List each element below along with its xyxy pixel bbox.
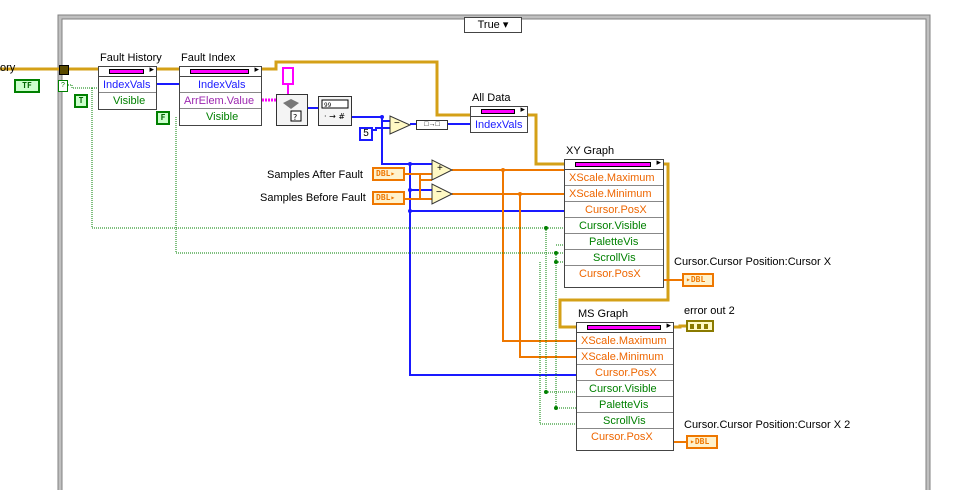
- bool-control-tf[interactable]: TF: [14, 79, 40, 93]
- ms-graph-row-cursor-visible[interactable]: Cursor.Visible: [577, 381, 673, 397]
- ms-graph-title: MS Graph: [578, 308, 629, 320]
- all-data-property-node[interactable]: ▸ IndexVals: [470, 104, 528, 133]
- add-symbol: +: [437, 163, 443, 174]
- samples-after-terminal[interactable]: DBL▸: [372, 167, 405, 181]
- xy-graph-row-cursor-posx-out[interactable]: Cursor.PosX: [565, 266, 663, 282]
- ms-graph-row-xscale-max[interactable]: XScale.Maximum: [577, 333, 673, 349]
- fault-index-row-arrelem[interactable]: ArrElem.Value: [180, 93, 261, 109]
- error-cluster-icon: [690, 324, 708, 329]
- variant-convert-icon[interactable]: ?: [276, 94, 308, 126]
- cursor-out2-terminal[interactable]: ▸DBL: [686, 435, 718, 449]
- fault-history-property-node[interactable]: ▸ IndexVals Visible: [98, 64, 157, 110]
- all-data-title: All Data: [472, 92, 511, 104]
- cursor-out2-label: Cursor.Cursor Position:Cursor X 2: [684, 419, 851, 431]
- fault-history-row-indexvals[interactable]: IndexVals: [99, 77, 156, 93]
- xy-graph-row-xscale-min[interactable]: XScale.Minimum: [565, 186, 663, 202]
- error-out-terminal[interactable]: [686, 320, 714, 332]
- left-edge-label: ory: [0, 62, 16, 74]
- array-size-icon[interactable]: 99 · → #: [318, 96, 352, 126]
- samples-before-label: Samples Before Fault: [260, 192, 366, 204]
- fault-history-title: Fault History: [100, 52, 162, 64]
- cursor-out1-type: DBL: [690, 275, 706, 284]
- xy-graph-row-palettevis[interactable]: PaletteVis: [565, 234, 663, 250]
- samples-before-type: DBL: [376, 193, 391, 202]
- samples-before-terminal[interactable]: DBL▸: [372, 191, 405, 205]
- cursor-out1-terminal[interactable]: ▸DBL: [682, 273, 714, 287]
- subtract-node: [431, 183, 454, 205]
- xy-graph-row-xscale-max[interactable]: XScale.Maximum: [565, 170, 663, 186]
- false-constant[interactable]: F: [156, 111, 170, 125]
- case-selector-value: True: [477, 19, 500, 31]
- xy-graph-row-scrollvis[interactable]: ScrollVis: [565, 250, 663, 266]
- xy-graph-title: XY Graph: [566, 145, 615, 157]
- subtract-node-2: [389, 115, 412, 135]
- fault-history-row-visible[interactable]: Visible: [99, 93, 156, 109]
- subtract-symbol-2: −: [436, 187, 442, 198]
- fault-index-row-visible[interactable]: Visible: [180, 109, 261, 125]
- svg-text:99: 99: [324, 102, 332, 109]
- tunnel-bool: ?: [58, 80, 68, 92]
- array-constant-icon[interactable]: [282, 67, 294, 85]
- numeric-constant[interactable]: 5: [359, 127, 373, 141]
- build-array-node[interactable]: □→□: [416, 120, 448, 130]
- true-constant[interactable]: T: [74, 94, 88, 108]
- tunnel-cluster: [59, 65, 69, 75]
- ms-graph-property-node[interactable]: ▸ XScale.Maximum XScale.Minimum Cursor.P…: [576, 320, 674, 451]
- fault-index-property-node[interactable]: ▸ IndexVals ArrElem.Value Visible: [179, 64, 262, 126]
- all-data-row-indexvals[interactable]: IndexVals: [471, 117, 527, 133]
- xy-graph-row-cursor-posx[interactable]: Cursor.PosX: [565, 202, 663, 218]
- svg-text:· → #: · → #: [324, 112, 345, 121]
- svg-text:?: ?: [293, 113, 297, 122]
- subtract-symbol: −: [394, 118, 400, 129]
- xy-graph-property-node[interactable]: ▸ XScale.Maximum XScale.Minimum Cursor.P…: [564, 157, 664, 288]
- fault-index-row-indexvals[interactable]: IndexVals: [180, 77, 261, 93]
- ms-graph-row-cursor-posx-out[interactable]: Cursor.PosX: [577, 429, 673, 445]
- xy-graph-row-cursor-visible[interactable]: Cursor.Visible: [565, 218, 663, 234]
- ms-graph-row-scrollvis[interactable]: ScrollVis: [577, 413, 673, 429]
- samples-after-type: DBL: [376, 169, 391, 178]
- case-selector-arrow-icon[interactable]: ▾: [503, 19, 509, 31]
- case-selector[interactable]: True ▾: [464, 17, 522, 33]
- ms-graph-row-palettevis[interactable]: PaletteVis: [577, 397, 673, 413]
- ms-graph-row-cursor-posx[interactable]: Cursor.PosX: [577, 365, 673, 381]
- cursor-out1-label: Cursor.Cursor Position:Cursor X: [674, 256, 832, 268]
- ms-graph-row-xscale-min[interactable]: XScale.Minimum: [577, 349, 673, 365]
- cursor-out2-type: DBL: [694, 437, 710, 446]
- samples-after-label: Samples After Fault: [267, 169, 363, 181]
- fault-index-title: Fault Index: [181, 52, 236, 64]
- error-out-label: error out 2: [684, 305, 735, 317]
